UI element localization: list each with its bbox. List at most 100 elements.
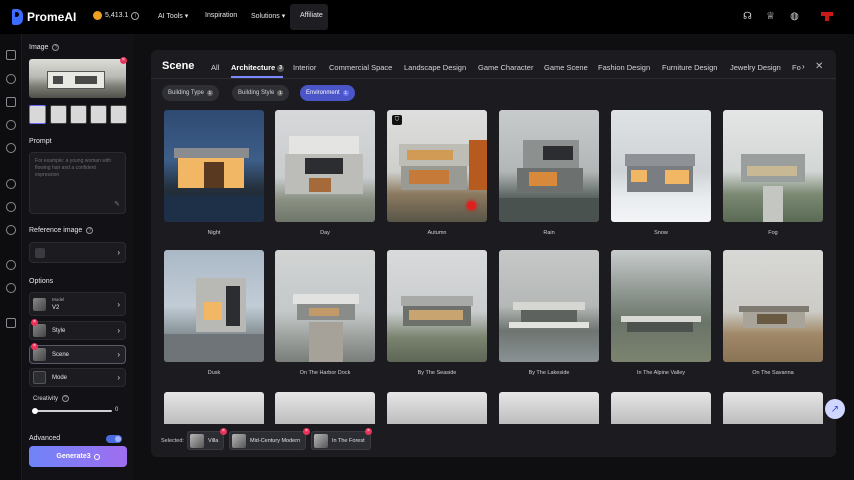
help-icon[interactable]: ?	[86, 227, 94, 234]
explore-icon[interactable]	[6, 74, 16, 84]
tab-game-scene[interactable]: Game Scene	[544, 63, 588, 72]
model-selector[interactable]: Model V2 ›	[29, 292, 126, 316]
brush-icon[interactable]	[6, 120, 16, 130]
tab-all[interactable]: All	[211, 63, 219, 72]
scene-card-day[interactable]	[275, 110, 375, 222]
crown-icon[interactable]: ♕	[765, 11, 776, 22]
scene-card-savanna[interactable]	[723, 250, 823, 362]
tab-fashion-design[interactable]: Fashion Design	[598, 63, 650, 72]
tabs-next-icon[interactable]: ›	[802, 62, 805, 71]
scene-card-fog[interactable]	[723, 110, 823, 222]
gift-icon[interactable]	[6, 318, 16, 328]
bookmark-icon[interactable]: ⛉	[392, 115, 402, 125]
selected-chip-villa[interactable]: Villa	[187, 431, 225, 450]
scene-card-night[interactable]	[164, 110, 264, 222]
help-icon[interactable]: ?	[62, 395, 70, 402]
scene-card-label: Day	[320, 230, 330, 236]
headset-icon[interactable]: ☊	[742, 11, 753, 22]
variant-thumbnail[interactable]	[110, 105, 127, 124]
scene-card-alpine-valley[interactable]	[611, 250, 711, 362]
remove-image-icon[interactable]: ×	[120, 57, 127, 64]
variant-thumbnail[interactable]	[29, 105, 46, 124]
scene-card[interactable]	[275, 392, 375, 424]
creativity-value: 0	[115, 407, 119, 413]
close-icon[interactable]: ✕	[815, 61, 823, 72]
style-selector[interactable]: Style ›	[29, 321, 126, 340]
scene-card-seaside[interactable]	[387, 250, 487, 362]
prompt-input[interactable]: For example: a young woman with flowing …	[29, 152, 126, 214]
mode-label: Mode	[52, 375, 68, 381]
globe-icon[interactable]: ◍	[789, 11, 800, 22]
scene-card[interactable]	[611, 392, 711, 424]
credits-counter[interactable]: 5,413.1 i	[93, 11, 140, 20]
left-rail	[0, 34, 22, 480]
remove-selected-icon[interactable]: ×	[365, 428, 372, 435]
nav-solutions[interactable]: Solutions ▾	[251, 12, 285, 20]
variant-thumbnail[interactable]	[90, 105, 107, 124]
tab-interior[interactable]: Interior	[293, 63, 316, 72]
scene-card-snow[interactable]	[611, 110, 711, 222]
info-icon[interactable]: i	[131, 11, 140, 20]
reference-image-picker[interactable]: ›	[29, 242, 126, 263]
tab-commercial-space[interactable]: Commercial Space	[329, 63, 392, 72]
tab-architecture-label: Architecture	[231, 63, 276, 72]
team-icon[interactable]	[6, 283, 16, 293]
tab-game-character[interactable]: Game Character	[478, 63, 533, 72]
scene-card-rain[interactable]	[499, 110, 599, 222]
scene-card-dusk[interactable]	[164, 250, 264, 362]
scene-card[interactable]	[499, 392, 599, 424]
nav-affiliate[interactable]: Affiliate	[300, 12, 323, 19]
bell-icon[interactable]	[6, 225, 16, 235]
remove-selected-icon[interactable]: ×	[303, 428, 310, 435]
selected-chip-in-the-forest[interactable]: In The Forest	[311, 431, 371, 450]
compass-icon[interactable]	[6, 179, 16, 189]
bulb-icon[interactable]	[6, 143, 16, 153]
promeai-logo[interactable]: PromeAI	[12, 9, 76, 25]
mode-selector[interactable]: Mode ›	[29, 368, 126, 387]
selected-chip-mid-century-modern[interactable]: Mid-Century Modern	[229, 431, 307, 450]
scene-card-label: On The Savanna	[752, 370, 794, 376]
model-label: Model	[52, 297, 65, 302]
magic-wand-icon[interactable]: ✎	[114, 201, 120, 208]
scene-card-harbor-dock[interactable]	[275, 250, 375, 362]
tab-jewelry-design[interactable]: Jewelry Design	[730, 63, 781, 72]
tab-landscape-design[interactable]: Landscape Design	[404, 63, 466, 72]
generate-button[interactable]: Generate3	[29, 446, 127, 467]
thumb-window	[53, 76, 63, 84]
selected-label: Selected:	[161, 438, 184, 444]
home-icon[interactable]	[6, 50, 16, 60]
variant-thumbnail[interactable]	[50, 105, 67, 124]
uploaded-image-thumbnail[interactable]	[29, 59, 126, 98]
advanced-toggle[interactable]	[106, 435, 122, 443]
tab-furniture-design[interactable]: Furniture Design	[662, 63, 717, 72]
remove-selected-icon[interactable]: ×	[220, 428, 227, 435]
chip-building-style[interactable]: Building Style 1	[232, 85, 290, 101]
scene-card-label: By The Lakeside	[528, 370, 570, 376]
tabs-divider	[151, 78, 836, 79]
variant-thumbnail[interactable]	[70, 105, 87, 124]
help-icon[interactable]: ?	[52, 44, 60, 51]
tab-overflow[interactable]: Fo	[792, 63, 801, 72]
user-icon[interactable]	[6, 260, 16, 270]
nav-inspiration[interactable]: Inspiration	[205, 12, 237, 19]
scene-selector[interactable]: Scene ›	[29, 345, 126, 364]
scene-card-autumn[interactable]: ⛉	[387, 110, 487, 222]
scene-card-label: Rain	[543, 230, 555, 236]
history-icon[interactable]	[6, 202, 16, 212]
chip-environment[interactable]: Environment 1	[300, 85, 355, 101]
scene-card[interactable]	[723, 392, 823, 424]
scene-card[interactable]	[164, 392, 264, 424]
share-icon[interactable]: ↗	[825, 399, 845, 419]
scene-card[interactable]	[387, 392, 487, 424]
tab-architecture[interactable]: Architecture 3	[231, 63, 285, 72]
user-avatar[interactable]	[821, 12, 833, 21]
creativity-slider[interactable]	[32, 408, 112, 414]
slider-knob[interactable]	[32, 408, 38, 414]
scene-card-lakeside[interactable]	[499, 250, 599, 362]
cube-icon[interactable]	[6, 97, 16, 107]
options-label: Options	[29, 278, 54, 285]
chip-building-type[interactable]: Building Type 1	[162, 85, 219, 101]
top-bar: PromeAI 5,413.1 i AI Tools ▾ Inspiration…	[0, 0, 854, 34]
nav-ai-tools[interactable]: AI Tools ▾	[158, 12, 188, 20]
chip-label: Environment	[306, 90, 340, 96]
